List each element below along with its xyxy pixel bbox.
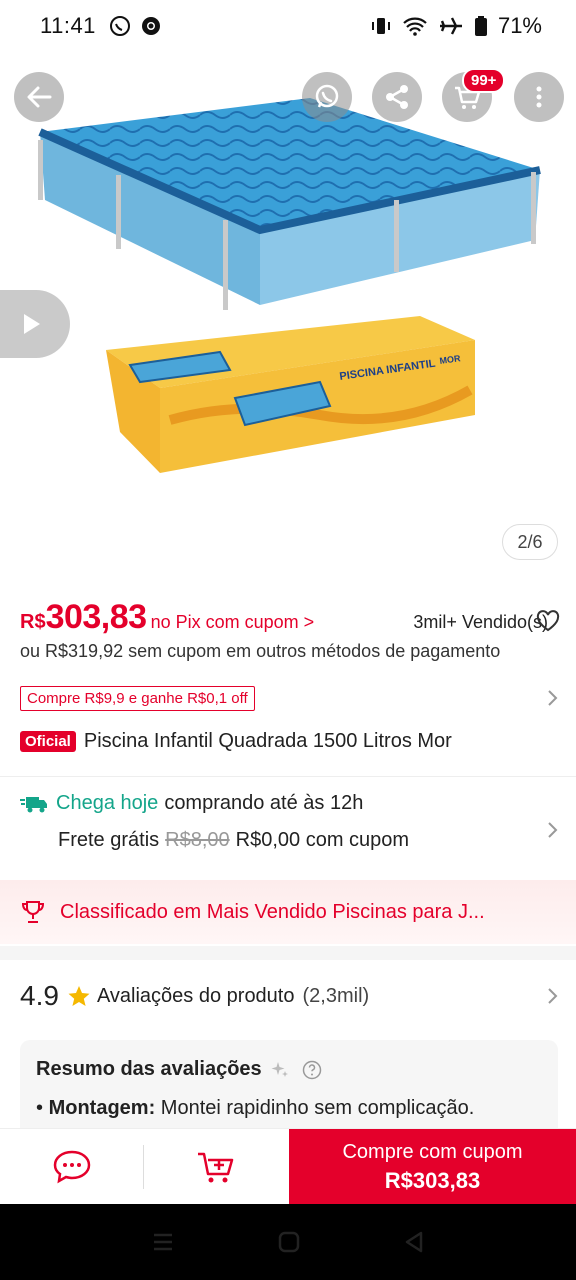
system-navigation-bar	[0, 1204, 576, 1280]
alternative-price: ou R$319,92 sem cupom em outros métodos …	[20, 641, 501, 661]
help-icon[interactable]	[302, 1060, 322, 1080]
battery-icon	[474, 16, 487, 36]
wifi-icon	[403, 17, 427, 36]
play-icon	[24, 314, 40, 334]
home-icon[interactable]	[277, 1230, 301, 1254]
add-to-cart-button[interactable]	[144, 1129, 288, 1205]
coupon-row[interactable]: Compre R$9,9 e ganhe R$0,1 off	[20, 684, 560, 712]
chevron-right-icon	[548, 822, 558, 838]
delivery-truck-icon	[20, 796, 47, 812]
reviews-count: (2,3mil)	[302, 984, 370, 1007]
coupon-tag[interactable]: Compre R$9,9 e ganhe R$0,1 off	[20, 685, 255, 711]
section-divider	[0, 946, 576, 960]
summary-bullet-key: Montagem:	[48, 1097, 156, 1119]
heart-icon[interactable]	[536, 610, 560, 632]
official-badge: Oficial	[20, 731, 76, 752]
reviews-header[interactable]: 4.9 Avaliações do produto (2,3mil)	[20, 980, 560, 1012]
buy-with-coupon-button[interactable]: Compre com cupom R$303,83	[289, 1129, 576, 1205]
delivery-highlight: Chega hoje	[56, 792, 159, 814]
product-photo: PISCINA INFANTIL MOR	[38, 98, 541, 473]
arrow-left-icon	[27, 86, 52, 108]
whatsapp-icon	[315, 84, 339, 108]
reviews-label: Avaliações do produto	[96, 984, 295, 1007]
status-bar: 11:41 71%	[0, 0, 576, 52]
product-title: Piscina Infantil Quadrada 1500 Litros Mo…	[83, 730, 452, 752]
chat-button[interactable]	[0, 1129, 144, 1205]
ranking-text: Classificado em Mais Vendido Piscinas pa…	[60, 900, 485, 923]
bottom-action-bar: Compre com cupom R$303,83	[0, 1128, 576, 1205]
trophy-icon	[21, 901, 45, 923]
chat-icon	[53, 1150, 91, 1184]
battery-level: 71%	[497, 13, 542, 38]
back-button[interactable]	[14, 72, 64, 122]
vibrate-icon	[371, 18, 390, 34]
status-time: 11:41	[40, 13, 96, 38]
buy-button-label: Compre com cupom	[342, 1140, 523, 1163]
airplane-icon	[439, 17, 462, 35]
summary-title: Resumo das avaliações	[36, 1058, 262, 1080]
add-cart-icon	[198, 1152, 234, 1183]
chevron-right-icon	[548, 690, 558, 706]
sparkle-icon	[271, 1061, 288, 1077]
price-row: R$ 303,83 no Pix com cupom > 3mil+ Vendi…	[20, 598, 560, 637]
more-options-button[interactable]	[514, 72, 564, 122]
recents-icon[interactable]	[151, 1231, 175, 1253]
cart-button[interactable]: 99+	[442, 68, 506, 122]
shipping-old-price: R$8,00	[165, 829, 230, 851]
product-image-carousel[interactable]: PISCINA INFANTIL MOR 99+ 2/6	[0, 0, 576, 580]
divider	[0, 776, 576, 777]
play-video-button[interactable]	[0, 290, 70, 358]
delivery-info[interactable]: Chega hoje comprando até às 12h Frete gr…	[20, 792, 560, 872]
summary-bullet-text: Montei rapidinho sem complicação.	[160, 1097, 475, 1119]
price-value: 303,83	[45, 598, 148, 636]
whatsapp-share-button[interactable]	[302, 72, 352, 122]
share-button[interactable]	[372, 72, 422, 122]
whatsapp-icon	[109, 16, 130, 36]
price-currency: R$	[20, 611, 46, 633]
chrome-icon	[141, 17, 160, 35]
star-icon	[68, 986, 90, 1006]
ranking-banner[interactable]: Classificado em Mais Vendido Piscinas pa…	[0, 880, 576, 944]
more-vertical-icon	[536, 86, 542, 108]
reviews-summary: Resumo das avaliações • Montagem: Montei…	[20, 1040, 558, 1140]
back-nav-icon[interactable]	[403, 1230, 425, 1254]
rating-value: 4.9	[20, 980, 59, 1011]
shipping-label: Frete grátis	[58, 829, 160, 851]
shipping-new-price: R$0,00 com cupom	[235, 829, 410, 851]
delivery-condition: comprando até às 12h	[164, 792, 364, 814]
pix-coupon-link[interactable]: no Pix com cupom >	[151, 612, 315, 633]
cart-count-badge: 99+	[462, 68, 506, 93]
chevron-right-icon	[548, 988, 558, 1004]
summary-bullet: • Montagem: Montei rapidinho sem complic…	[36, 1097, 475, 1119]
sold-count: 3mil+ Vendido(s)	[413, 612, 548, 632]
buy-button-price: R$303,83	[384, 1167, 481, 1193]
image-page-counter: 2/6	[502, 524, 558, 560]
product-title-row: Oficial Piscina Infantil Quadrada 1500 L…	[20, 730, 560, 753]
share-icon	[386, 85, 408, 109]
